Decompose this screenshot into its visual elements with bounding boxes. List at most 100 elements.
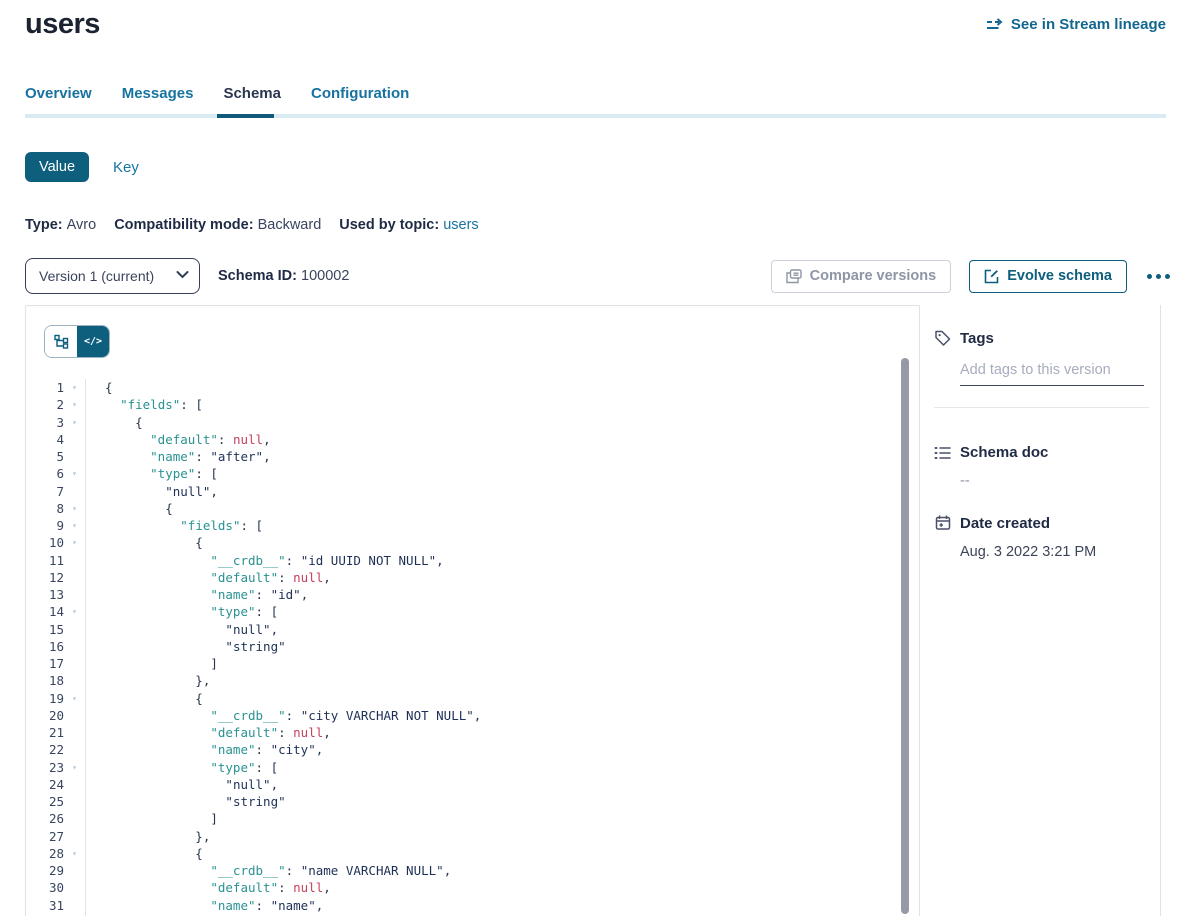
code-line-10: 10▾ {: [26, 534, 919, 551]
code-text: ]: [86, 810, 218, 827]
fold-spacer: [64, 621, 85, 638]
code-text: {: [86, 690, 203, 707]
code-line-14: 14▾ "type": [: [26, 603, 919, 620]
schema-page: users See in Stream lineage Overview Mess…: [0, 0, 1189, 916]
code-line-17: 17 ]: [26, 655, 919, 672]
code-line-3: 3▾ {: [26, 414, 919, 431]
code-line-11: 11 "__crdb__": "id UUID NOT NULL",: [26, 552, 919, 569]
code-view-button[interactable]: </>: [77, 326, 109, 357]
fold-spacer: [64, 793, 85, 810]
line-number: 28: [26, 845, 64, 862]
fold-spacer: [64, 655, 85, 672]
code-line-24: 24 "null",: [26, 776, 919, 793]
line-number: 12: [26, 569, 64, 586]
fold-toggle-icon[interactable]: ▾: [64, 414, 85, 431]
value-tab-button[interactable]: Value: [25, 152, 89, 182]
line-number: 31: [26, 897, 64, 914]
fold-spacer: [64, 672, 85, 689]
tags-title: Tags: [960, 330, 994, 347]
fold-spacer: [64, 862, 85, 879]
fold-toggle-icon[interactable]: ▾: [64, 845, 85, 862]
tab-overview[interactable]: Overview: [25, 85, 92, 114]
code-line-6: 6▾ "type": [: [26, 465, 919, 482]
code-line-4: 4 "default": null,: [26, 431, 919, 448]
line-number: 24: [26, 776, 64, 793]
code-line-27: 27 },: [26, 828, 919, 845]
line-number: 21: [26, 724, 64, 741]
line-number: 1: [26, 379, 64, 396]
compare-versions-button[interactable]: Compare versions: [771, 260, 952, 293]
tab-schema[interactable]: Schema: [223, 85, 281, 114]
fold-toggle-icon[interactable]: ▾: [64, 690, 85, 707]
fold-spacer: [64, 776, 85, 793]
fold-spacer: [64, 569, 85, 586]
schema-details-sidebar: Tags Schema doc --: [920, 305, 1161, 916]
fold-spacer: [64, 552, 85, 569]
schema-controls-row: Version 1 (current) Schema ID: 100002: [25, 258, 1172, 294]
tab-configuration[interactable]: Configuration: [311, 85, 409, 114]
line-number: 30: [26, 879, 64, 896]
code-line-31: 31 "name": "name",: [26, 897, 919, 914]
evolve-schema-button[interactable]: Evolve schema: [969, 260, 1127, 293]
fold-spacer: [64, 448, 85, 465]
page-header: users See in Stream lineage: [0, 0, 1189, 41]
topic-link[interactable]: users: [443, 217, 478, 233]
code-line-18: 18 },: [26, 672, 919, 689]
schema-id-label: Schema ID:: [218, 268, 297, 284]
see-in-stream-lineage-link[interactable]: See in Stream lineage: [986, 16, 1166, 33]
code-line-23: 23▾ "type": [: [26, 759, 919, 776]
fold-toggle-icon[interactable]: ▾: [64, 500, 85, 517]
schema-content: </> 1▾{2▾ "fields": [3▾ {4 "default": nu…: [25, 305, 1161, 916]
code-text: },: [86, 672, 210, 689]
line-number: 23: [26, 759, 64, 776]
tab-messages[interactable]: Messages: [122, 85, 194, 114]
line-number: 22: [26, 741, 64, 758]
code-view-toolbar: </>: [26, 306, 919, 358]
code-line-9: 9▾ "fields": [: [26, 517, 919, 534]
vertical-scrollbar[interactable]: [901, 358, 909, 914]
fold-spacer: [64, 879, 85, 896]
meta-compatibility-mode: Compatibility mode: Backward: [114, 217, 321, 233]
line-number: 3: [26, 414, 64, 431]
code-text: "type": [: [86, 759, 278, 776]
code-text: "name": "name",: [86, 897, 323, 914]
tag-icon: [934, 329, 952, 347]
fold-toggle-icon[interactable]: ▾: [64, 759, 85, 776]
list-icon: [934, 445, 952, 461]
fold-spacer: [64, 707, 85, 724]
tree-view-button[interactable]: [45, 326, 77, 357]
calendar-icon: [934, 514, 952, 532]
date-created-title: Date created: [960, 515, 1050, 532]
fold-spacer: [64, 810, 85, 827]
code-line-5: 5 "name": "after",: [26, 448, 919, 465]
view-mode-toggle: </>: [44, 325, 110, 358]
fold-spacer: [64, 638, 85, 655]
line-number: 18: [26, 672, 64, 689]
code-text: {: [86, 845, 203, 862]
fold-toggle-icon[interactable]: ▾: [64, 465, 85, 482]
fold-toggle-icon[interactable]: ▾: [64, 379, 85, 396]
fold-toggle-icon[interactable]: ▾: [64, 517, 85, 534]
line-number: 16: [26, 638, 64, 655]
add-tags-input[interactable]: [960, 362, 1144, 386]
line-number: 27: [26, 828, 64, 845]
key-tab-link[interactable]: Key: [113, 159, 139, 176]
code-line-12: 12 "default": null,: [26, 569, 919, 586]
code-line-8: 8▾ {: [26, 500, 919, 517]
code-text: "default": null,: [86, 569, 331, 586]
code-line-7: 7 "null",: [26, 483, 919, 500]
fold-toggle-icon[interactable]: ▾: [64, 534, 85, 551]
code-text: ]: [86, 655, 218, 672]
schema-json-editor[interactable]: 1▾{2▾ "fields": [3▾ {4 "default": null,5…: [26, 379, 919, 916]
meta-used-by-topic: Used by topic: users: [339, 217, 478, 233]
code-line-19: 19▾ {: [26, 690, 919, 707]
meta-value: Avro: [67, 217, 97, 233]
fold-toggle-icon[interactable]: ▾: [64, 603, 85, 620]
fold-toggle-icon[interactable]: ▾: [64, 396, 85, 413]
code-line-21: 21 "default": null,: [26, 724, 919, 741]
line-number: 15: [26, 621, 64, 638]
fold-spacer: [64, 741, 85, 758]
version-select[interactable]: Version 1 (current): [25, 258, 200, 294]
more-actions-button[interactable]: [1145, 270, 1172, 283]
fold-spacer: [64, 586, 85, 603]
